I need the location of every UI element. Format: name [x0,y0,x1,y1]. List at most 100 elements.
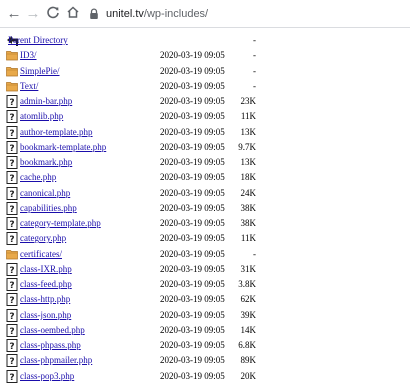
svg-text:?: ? [9,159,14,169]
entry-date: 2020-03-19 09:05 [160,96,225,106]
entry-link[interactable]: category-template.php [20,218,101,229]
entry-link[interactable]: class-oembed.php [20,325,85,336]
entry-date: 2020-03-19 09:05 [160,355,225,366]
entry-date: 2020-03-19 09:05 [160,50,225,61]
forward-icon[interactable]: → [25,6,41,22]
lock-icon[interactable] [88,8,100,20]
address-bar[interactable]: unitel.tv/wp-includes/ [106,6,208,22]
svg-text:?: ? [9,220,14,230]
entry-date: 2020-03-19 09:05 [160,263,225,274]
entry-date: 2020-03-19 09:05 [160,141,225,152]
back-icon[interactable]: ← [6,6,22,22]
entry-size: 24K [240,187,257,198]
svg-text:?: ? [9,266,14,276]
entry-date: 2020-03-19 09:05 [160,340,225,350]
svg-text:?: ? [9,190,14,200]
entry-date: 2020-03-19 09:05 [160,126,225,137]
entry-link[interactable]: class-http.php [20,294,70,305]
entry-size: 38K [240,218,257,228]
listing-row: ? class-phpass.php 2020-03-19 09:05 6.8K [5,338,405,353]
entry-link[interactable]: SimplePie/ [20,66,60,77]
entry-date: 2020-03-19 09:05 [160,218,225,228]
listing-row: ? atomlib.php 2020-03-19 09:05 11K [5,109,405,124]
unknown-file-icon: ? [6,339,18,352]
entry-link[interactable]: bookmark.php [20,157,72,168]
entry-size: 31K [240,263,257,274]
listing-row: ? class-IXR.php 2020-03-19 09:05 31K [5,262,405,277]
svg-text:?: ? [9,281,14,291]
home-icon[interactable] [65,5,81,21]
entry-link[interactable]: class-json.php [20,310,71,321]
entry-link[interactable]: class-phpmailer.php [20,355,92,366]
entry-link[interactable]: class-phpass.php [20,340,81,351]
listing-row: ? admin-bar.php 2020-03-19 09:05 23K [5,94,405,109]
svg-text:?: ? [9,312,14,322]
entry-size: - [253,80,256,91]
entry-date: 2020-03-19 09:05 [160,157,225,167]
entry-link[interactable]: cache.php [20,172,56,183]
entry-size: 6.8K [238,340,256,350]
unknown-file-icon: ? [6,278,18,291]
entry-link[interactable]: class-feed.php [20,279,72,290]
entry-size: 11K [240,233,256,244]
unknown-file-icon: ? [6,323,18,337]
entry-size: 14K [240,324,257,335]
unknown-file-icon: ? [6,110,18,124]
entry-link[interactable]: class-IXR.php [20,264,72,275]
unknown-file-icon: ? [6,156,18,169]
listing-row: certificates/2020-03-19 09:05 - [5,247,405,262]
entry-size: - [253,65,256,76]
entry-date: 2020-03-19 09:05 [160,65,225,76]
listing-row: ? class-feed.php 2020-03-19 09:05 3.8K [5,277,405,292]
svg-text:?: ? [9,144,14,154]
url-path: /wp-includes/ [143,8,209,20]
reload-icon[interactable] [45,4,61,20]
entry-link[interactable]: author-template.php [20,127,93,138]
url-domain: unitel.tv [106,8,144,20]
entry-size: - [253,248,256,259]
entry-link[interactable]: admin-bar.php [20,96,72,107]
browser-toolbar: ← → unitel.tv/wp-includes/ [0,0,410,28]
unknown-file-icon: ? [6,308,18,322]
entry-link[interactable]: class-pop3.php [20,371,74,382]
unknown-file-icon: ? [6,201,18,215]
entry-date: 2020-03-19 09:05 [160,172,225,183]
svg-text:?: ? [9,357,14,367]
parent-directory-link[interactable]: Parent Directory [8,35,68,46]
svg-text:?: ? [9,98,14,108]
entry-size: 18K [240,172,257,183]
svg-text:?: ? [9,342,14,352]
listing-row: ? class-http.php 2020-03-19 09:05 62K [5,292,405,307]
listing-row: SimplePie/2020-03-19 09:05 - [5,64,405,79]
unknown-file-icon: ? [6,125,18,139]
listing-row: ? class-json.php 2020-03-19 09:05 39K [5,308,405,323]
svg-text:?: ? [9,235,14,245]
unknown-file-icon: ? [6,217,18,230]
listing-row: Text/2020-03-19 09:05 - [5,79,405,94]
entry-link[interactable]: capabilities.php [20,203,77,214]
entry-link[interactable]: Text/ [20,81,38,92]
folder-icon [6,49,18,62]
unknown-file-icon: ? [6,232,18,246]
listing-row: ? class-pop3.php 2020-03-19 09:05 20K [5,369,405,384]
entry-link[interactable]: canonical.php [20,188,70,199]
entry-link[interactable]: category.php [20,233,66,244]
folder-icon [6,80,18,93]
entry-date: 2020-03-19 09:05 [160,202,225,213]
folder-icon [6,65,18,78]
entry-link[interactable]: bookmark-template.php [20,142,106,153]
entry-size: - [253,50,256,61]
entry-link[interactable]: ID3/ [20,50,37,61]
entry-size: 62K [240,294,257,305]
entry-size: 11K [240,111,256,122]
entry-link[interactable]: certificates/ [20,249,62,260]
entry-date: 2020-03-19 09:05 [160,187,225,198]
listing-row: ID3/2020-03-19 09:05 - [5,48,405,63]
entry-link[interactable]: atomlib.php [20,111,63,122]
listing-row: ? class-oembed.php 2020-03-19 09:05 14K [5,323,405,338]
entry-date: 2020-03-19 09:05 [160,80,225,91]
listing-row: ? category-template.php 2020-03-19 09:05 38… [5,216,405,231]
unknown-file-icon: ? [6,354,18,368]
entry-size: 20K [240,370,257,381]
listing-row: ? canonical.php 2020-03-19 09:05 24K [5,186,405,201]
